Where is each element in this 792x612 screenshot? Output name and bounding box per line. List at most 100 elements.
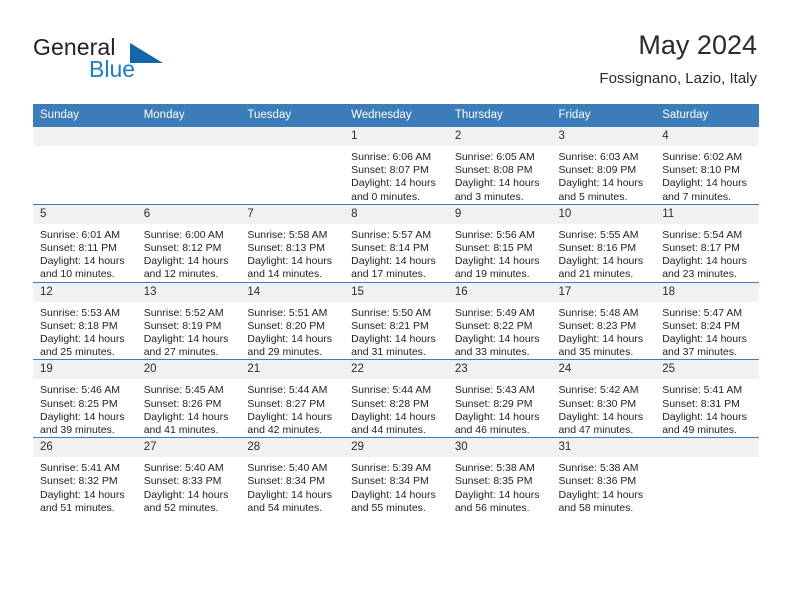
calendar-day-cell[interactable]: 3 Sunrise: 6:03 AM Sunset: 8:09 PM Daylight…	[551, 126, 656, 205]
day-number: 13	[136, 282, 241, 302]
daylight-text-line2: and 23 minutes.	[662, 268, 737, 281]
calendar-day-cell[interactable]: 10 Sunrise: 5:55 AM Sunset: 8:16 PM Dayligh…	[551, 203, 656, 283]
calendar-day-cell[interactable]: 6 Sunrise: 6:00 AM Sunset: 8:12 PM Daylight…	[136, 203, 241, 283]
sunset-text: Sunset: 8:34 PM	[351, 475, 429, 488]
day-number: 26	[33, 438, 137, 458]
calendar-day-cell[interactable]: 7 Sunrise: 5:58 AM Sunset: 8:13 PM Daylight…	[240, 203, 345, 283]
calendar-day-cell[interactable]: 2 Sunrise: 6:05 AM Sunset: 8:08 PM Daylight…	[447, 126, 552, 205]
calendar-day-cell[interactable]: 11 Sunrise: 5:54 AM Sunset: 8:17 PM Dayligh…	[655, 203, 759, 283]
sunset-text: Sunset: 8:35 PM	[454, 475, 533, 488]
day-number: 5	[33, 204, 137, 224]
calendar-empty-cell	[136, 126, 241, 205]
brand-name-blue: Blue	[89, 56, 136, 82]
calendar-day-cell[interactable]: 5 Sunrise: 6:01 AM Sunset: 8:11 PM Daylight…	[33, 203, 137, 283]
day-info: Sunrise: 5:52 AM Sunset: 8:19 PM Daylight:…	[137, 302, 241, 360]
day-number: 25	[655, 360, 759, 380]
calendar-day-cell[interactable]: 1 Sunrise: 6:06 AM Sunset: 8:07 PM Daylight…	[344, 126, 448, 205]
calendar-day-cell[interactable]: 27 Sunrise: 5:40 AM Sunset: 8:33 PM Dayligh…	[136, 437, 241, 516]
daylight-text-line1: Daylight: 14 hours	[454, 410, 540, 423]
daylight-text-line2: and 5 minutes.	[558, 190, 628, 203]
calendar-day-cell[interactable]: 28 Sunrise: 5:40 AM Sunset: 8:34 PM Dayligh…	[240, 437, 345, 516]
calendar-day-cell[interactable]: 25 Sunrise: 5:41 AM Sunset: 8:31 PM Dayligh…	[655, 359, 759, 438]
daylight-text-line1: Daylight: 14 hours	[351, 488, 436, 501]
day-number	[136, 127, 241, 146]
sunrise-text: Sunrise: 6:06 AM	[351, 151, 432, 163]
daylight-text-line2: and 0 minutes.	[351, 190, 420, 203]
daylight-text-line1: Daylight: 14 hours	[662, 410, 747, 423]
day-number	[655, 438, 759, 458]
sunrise-text: Sunrise: 5:40 AM	[143, 462, 224, 475]
calendar-day-cell[interactable]: 30 Sunrise: 5:38 AM Sunset: 8:35 PM Dayligh…	[447, 437, 552, 516]
calendar-day-cell[interactable]: 14 Sunrise: 5:51 AM Sunset: 8:20 PM Dayligh…	[240, 281, 345, 360]
calendar-day-cell[interactable]: 22 Sunrise: 5:44 AM Sunset: 8:28 PM Dayligh…	[344, 359, 448, 438]
day-info: Sunrise: 5:55 AM Sunset: 8:16 PM Daylight:…	[552, 224, 656, 282]
sunrise-text: Sunrise: 5:51 AM	[247, 306, 328, 319]
sunrise-text: Sunrise: 5:54 AM	[662, 228, 743, 241]
calendar-day-cell[interactable]: 21 Sunrise: 5:44 AM Sunset: 8:27 PM Dayligh…	[240, 359, 345, 438]
weekday-header-monday: Monday	[136, 104, 241, 127]
sunset-text: Sunset: 8:34 PM	[247, 475, 326, 488]
sunrise-text: Sunrise: 5:48 AM	[558, 306, 639, 319]
sunset-text: Sunset: 8:09 PM	[558, 164, 637, 177]
calendar-day-cell[interactable]: 31 Sunrise: 5:38 AM Sunset: 8:36 PM Dayligh…	[551, 437, 656, 516]
sunrise-text: Sunrise: 5:43 AM	[454, 384, 535, 397]
calendar-day-cell[interactable]: 13 Sunrise: 5:52 AM Sunset: 8:19 PM Dayligh…	[136, 281, 241, 360]
day-number: 28	[240, 438, 345, 458]
calendar-day-cell[interactable]: 18 Sunrise: 5:47 AM Sunset: 8:24 PM Dayligh…	[655, 281, 759, 360]
weekday-header-tuesday: Tuesday	[240, 104, 345, 127]
day-number: 11	[655, 204, 759, 224]
sunset-text: Sunset: 8:14 PM	[351, 242, 429, 255]
sunrise-text: Sunrise: 6:01 AM	[40, 228, 120, 241]
daylight-text-line2: and 35 minutes.	[558, 346, 634, 359]
calendar-day-cell[interactable]: 17 Sunrise: 5:48 AM Sunset: 8:23 PM Dayligh…	[551, 281, 656, 360]
day-number: 12	[33, 282, 137, 302]
calendar-day-cell[interactable]: 23 Sunrise: 5:43 AM Sunset: 8:29 PM Dayligh…	[447, 359, 552, 438]
calendar-day-cell[interactable]: 9 Sunrise: 5:56 AM Sunset: 8:15 PM Daylight…	[447, 203, 552, 283]
daylight-text-line1: Daylight: 14 hours	[143, 410, 229, 423]
day-number: 7	[240, 204, 345, 224]
daylight-text-line1: Daylight: 14 hours	[351, 255, 436, 268]
day-number: 17	[551, 282, 656, 302]
sunrise-text: Sunrise: 5:50 AM	[351, 306, 432, 319]
day-number: 6	[136, 204, 241, 224]
day-info: Sunrise: 5:43 AM Sunset: 8:29 PM Daylight:…	[448, 379, 552, 437]
calendar-day-cell[interactable]: 19 Sunrise: 5:46 AM Sunset: 8:25 PM Dayligh…	[33, 359, 137, 438]
calendar-day-cell[interactable]: 15 Sunrise: 5:50 AM Sunset: 8:21 PM Dayligh…	[344, 281, 448, 360]
calendar-day-cell[interactable]: 26 Sunrise: 5:41 AM Sunset: 8:32 PM Dayligh…	[33, 437, 137, 516]
sunrise-text: Sunrise: 6:03 AM	[558, 151, 639, 163]
sunrise-text: Sunrise: 5:57 AM	[351, 228, 432, 241]
weekday-header-sunday: Sunday	[33, 104, 137, 127]
calendar-day-cell[interactable]: 29 Sunrise: 5:39 AM Sunset: 8:34 PM Dayligh…	[344, 437, 448, 516]
day-number: 18	[655, 282, 759, 302]
calendar-day-cell[interactable]: 12 Sunrise: 5:53 AM Sunset: 8:18 PM Dayligh…	[33, 281, 137, 360]
page-header: General Blue May 2024 Fossignano, Lazio,…	[33, 28, 757, 94]
day-info: Sunrise: 5:39 AM Sunset: 8:34 PM Daylight:…	[344, 457, 448, 515]
calendar-page: General Blue May 2024 Fossignano, Lazio,…	[0, 0, 792, 612]
calendar-day-cell[interactable]: 8 Sunrise: 5:57 AM Sunset: 8:14 PM Daylight…	[344, 203, 448, 283]
sunrise-text: Sunrise: 5:38 AM	[558, 462, 639, 475]
title-block: May 2024 Fossignano, Lazio, Italy	[599, 28, 757, 90]
daylight-text-line2: and 12 minutes.	[143, 268, 219, 281]
day-number: 24	[551, 360, 656, 380]
daylight-text-line2: and 10 minutes.	[40, 268, 115, 281]
calendar-empty-cell	[33, 126, 137, 205]
daylight-text-line1: Daylight: 14 hours	[247, 410, 333, 423]
calendar-day-cell[interactable]: 16 Sunrise: 5:49 AM Sunset: 8:22 PM Dayligh…	[447, 281, 552, 360]
daylight-text-line1: Daylight: 14 hours	[40, 488, 125, 501]
sunrise-text: Sunrise: 5:58 AM	[247, 228, 328, 241]
sunset-text: Sunset: 8:33 PM	[143, 475, 222, 488]
sunrise-text: Sunrise: 5:41 AM	[662, 384, 743, 397]
day-info: Sunrise: 5:49 AM Sunset: 8:22 PM Daylight:…	[448, 302, 552, 360]
sunrise-text: Sunrise: 6:05 AM	[454, 151, 535, 163]
brand-logo[interactable]: General Blue	[33, 34, 243, 92]
calendar-day-cell[interactable]: 20 Sunrise: 5:45 AM Sunset: 8:26 PM Dayligh…	[136, 359, 241, 438]
day-info: Sunrise: 6:01 AM Sunset: 8:11 PM Daylight:…	[33, 224, 137, 282]
daylight-text-line2: and 31 minutes.	[351, 346, 426, 359]
calendar-day-cell[interactable]: 4 Sunrise: 6:02 AM Sunset: 8:10 PM Daylight…	[655, 126, 759, 205]
day-number: 8	[344, 204, 448, 224]
day-number: 1	[344, 127, 448, 146]
day-info: Sunrise: 5:38 AM Sunset: 8:35 PM Daylight:…	[448, 457, 552, 515]
day-info: Sunrise: 5:58 AM Sunset: 8:13 PM Daylight:…	[240, 224, 344, 282]
daylight-text-line2: and 19 minutes.	[454, 268, 530, 281]
calendar-day-cell[interactable]: 24 Sunrise: 5:42 AM Sunset: 8:30 PM Dayligh…	[551, 359, 656, 438]
